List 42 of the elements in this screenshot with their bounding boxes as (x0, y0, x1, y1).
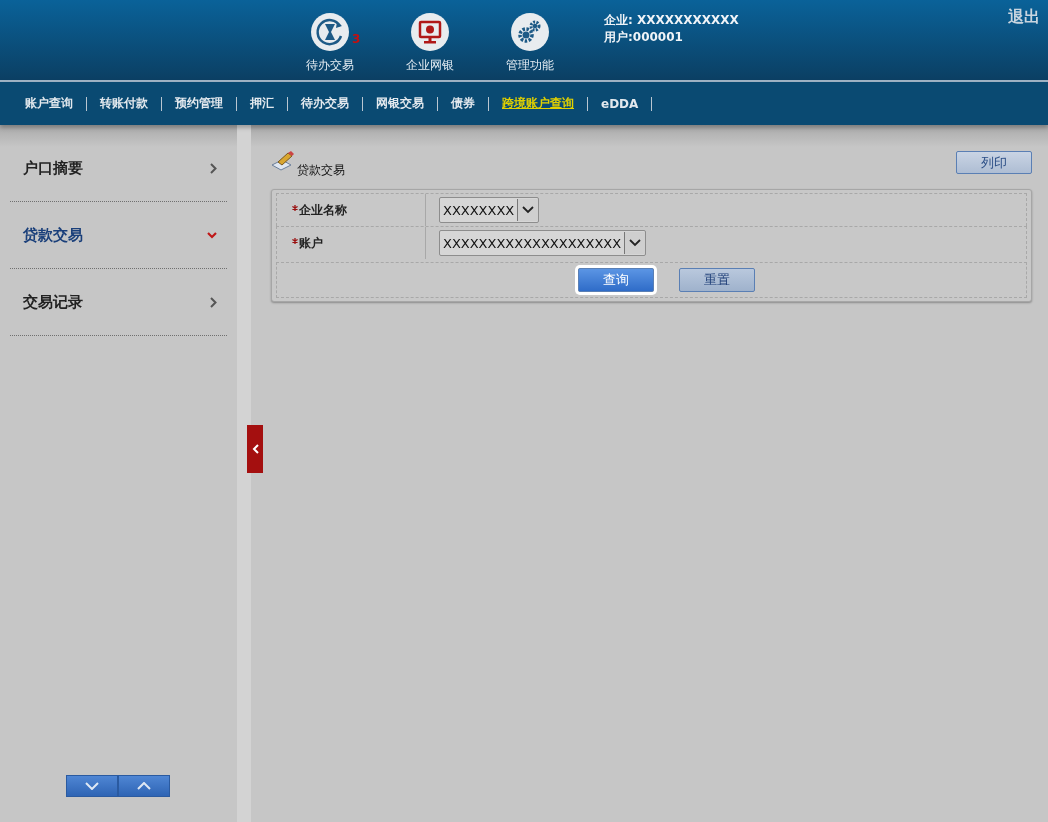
select-field[interactable]: XXXXXXXX (439, 197, 540, 223)
nav-tab[interactable]: 转账付款 (100, 95, 148, 112)
collapse-sidebar-button[interactable] (247, 425, 263, 473)
nav-tab[interactable]: 账户查询 (25, 95, 73, 112)
pending-count: 3 (352, 32, 361, 46)
nav-tab[interactable]: 债券 (451, 95, 475, 112)
scroll-up-button[interactable] (118, 775, 170, 797)
scroll-down-button[interactable] (66, 775, 118, 797)
chevron-down-icon (85, 782, 99, 790)
notepad-pencil-icon (271, 151, 295, 173)
panel-title: 贷款交易 (297, 162, 345, 179)
gears-icon[interactable] (510, 12, 550, 52)
chevron-right-icon (210, 296, 217, 308)
user-id: 用户:000001 (604, 29, 684, 46)
chevron-left-icon (251, 444, 259, 454)
quick-link-label[interactable]: 待办交易 (306, 57, 354, 74)
nav-tab[interactable]: 待办交易 (301, 95, 349, 112)
field-label: 企业名称 (299, 201, 347, 219)
sidebar-item[interactable]: 贷款交易 (10, 202, 227, 269)
chevron-up-icon (137, 782, 151, 790)
nav-tab[interactable]: 押汇 (250, 95, 274, 112)
print-button[interactable]: 列印 (956, 151, 1032, 174)
nav-tab[interactable]: 预约管理 (175, 95, 223, 112)
quick-link-label[interactable]: 企业网银 (406, 57, 454, 74)
quick-link-label[interactable]: 管理功能 (506, 57, 554, 74)
sidebar-item[interactable]: 交易记录 (10, 269, 227, 336)
select-field[interactable]: XXXXXXXXXXXXXXXXXXXX (439, 230, 647, 256)
caret-icon (522, 206, 535, 214)
query-button[interactable]: 查询 (578, 268, 654, 292)
sidebar-item[interactable]: 户口摘要 (10, 135, 227, 202)
chevron-down-icon (207, 231, 217, 239)
monitor-coin-icon[interactable] (410, 12, 450, 52)
chevron-right-icon (210, 162, 217, 174)
company-name: 企业: XXXXXXXXXXX (604, 12, 739, 29)
hourglass-refresh-icon[interactable] (310, 12, 350, 52)
nav-tab[interactable]: 网银交易 (376, 95, 424, 112)
logout-link[interactable]: 退出 (1008, 7, 1040, 28)
field-label: 账户 (299, 234, 323, 252)
caret-icon (629, 239, 642, 247)
nav-tab[interactable]: eDDA (601, 96, 639, 111)
nav-tab[interactable]: 跨境账户查询 (502, 95, 574, 112)
reset-button[interactable]: 重置 (679, 268, 755, 292)
